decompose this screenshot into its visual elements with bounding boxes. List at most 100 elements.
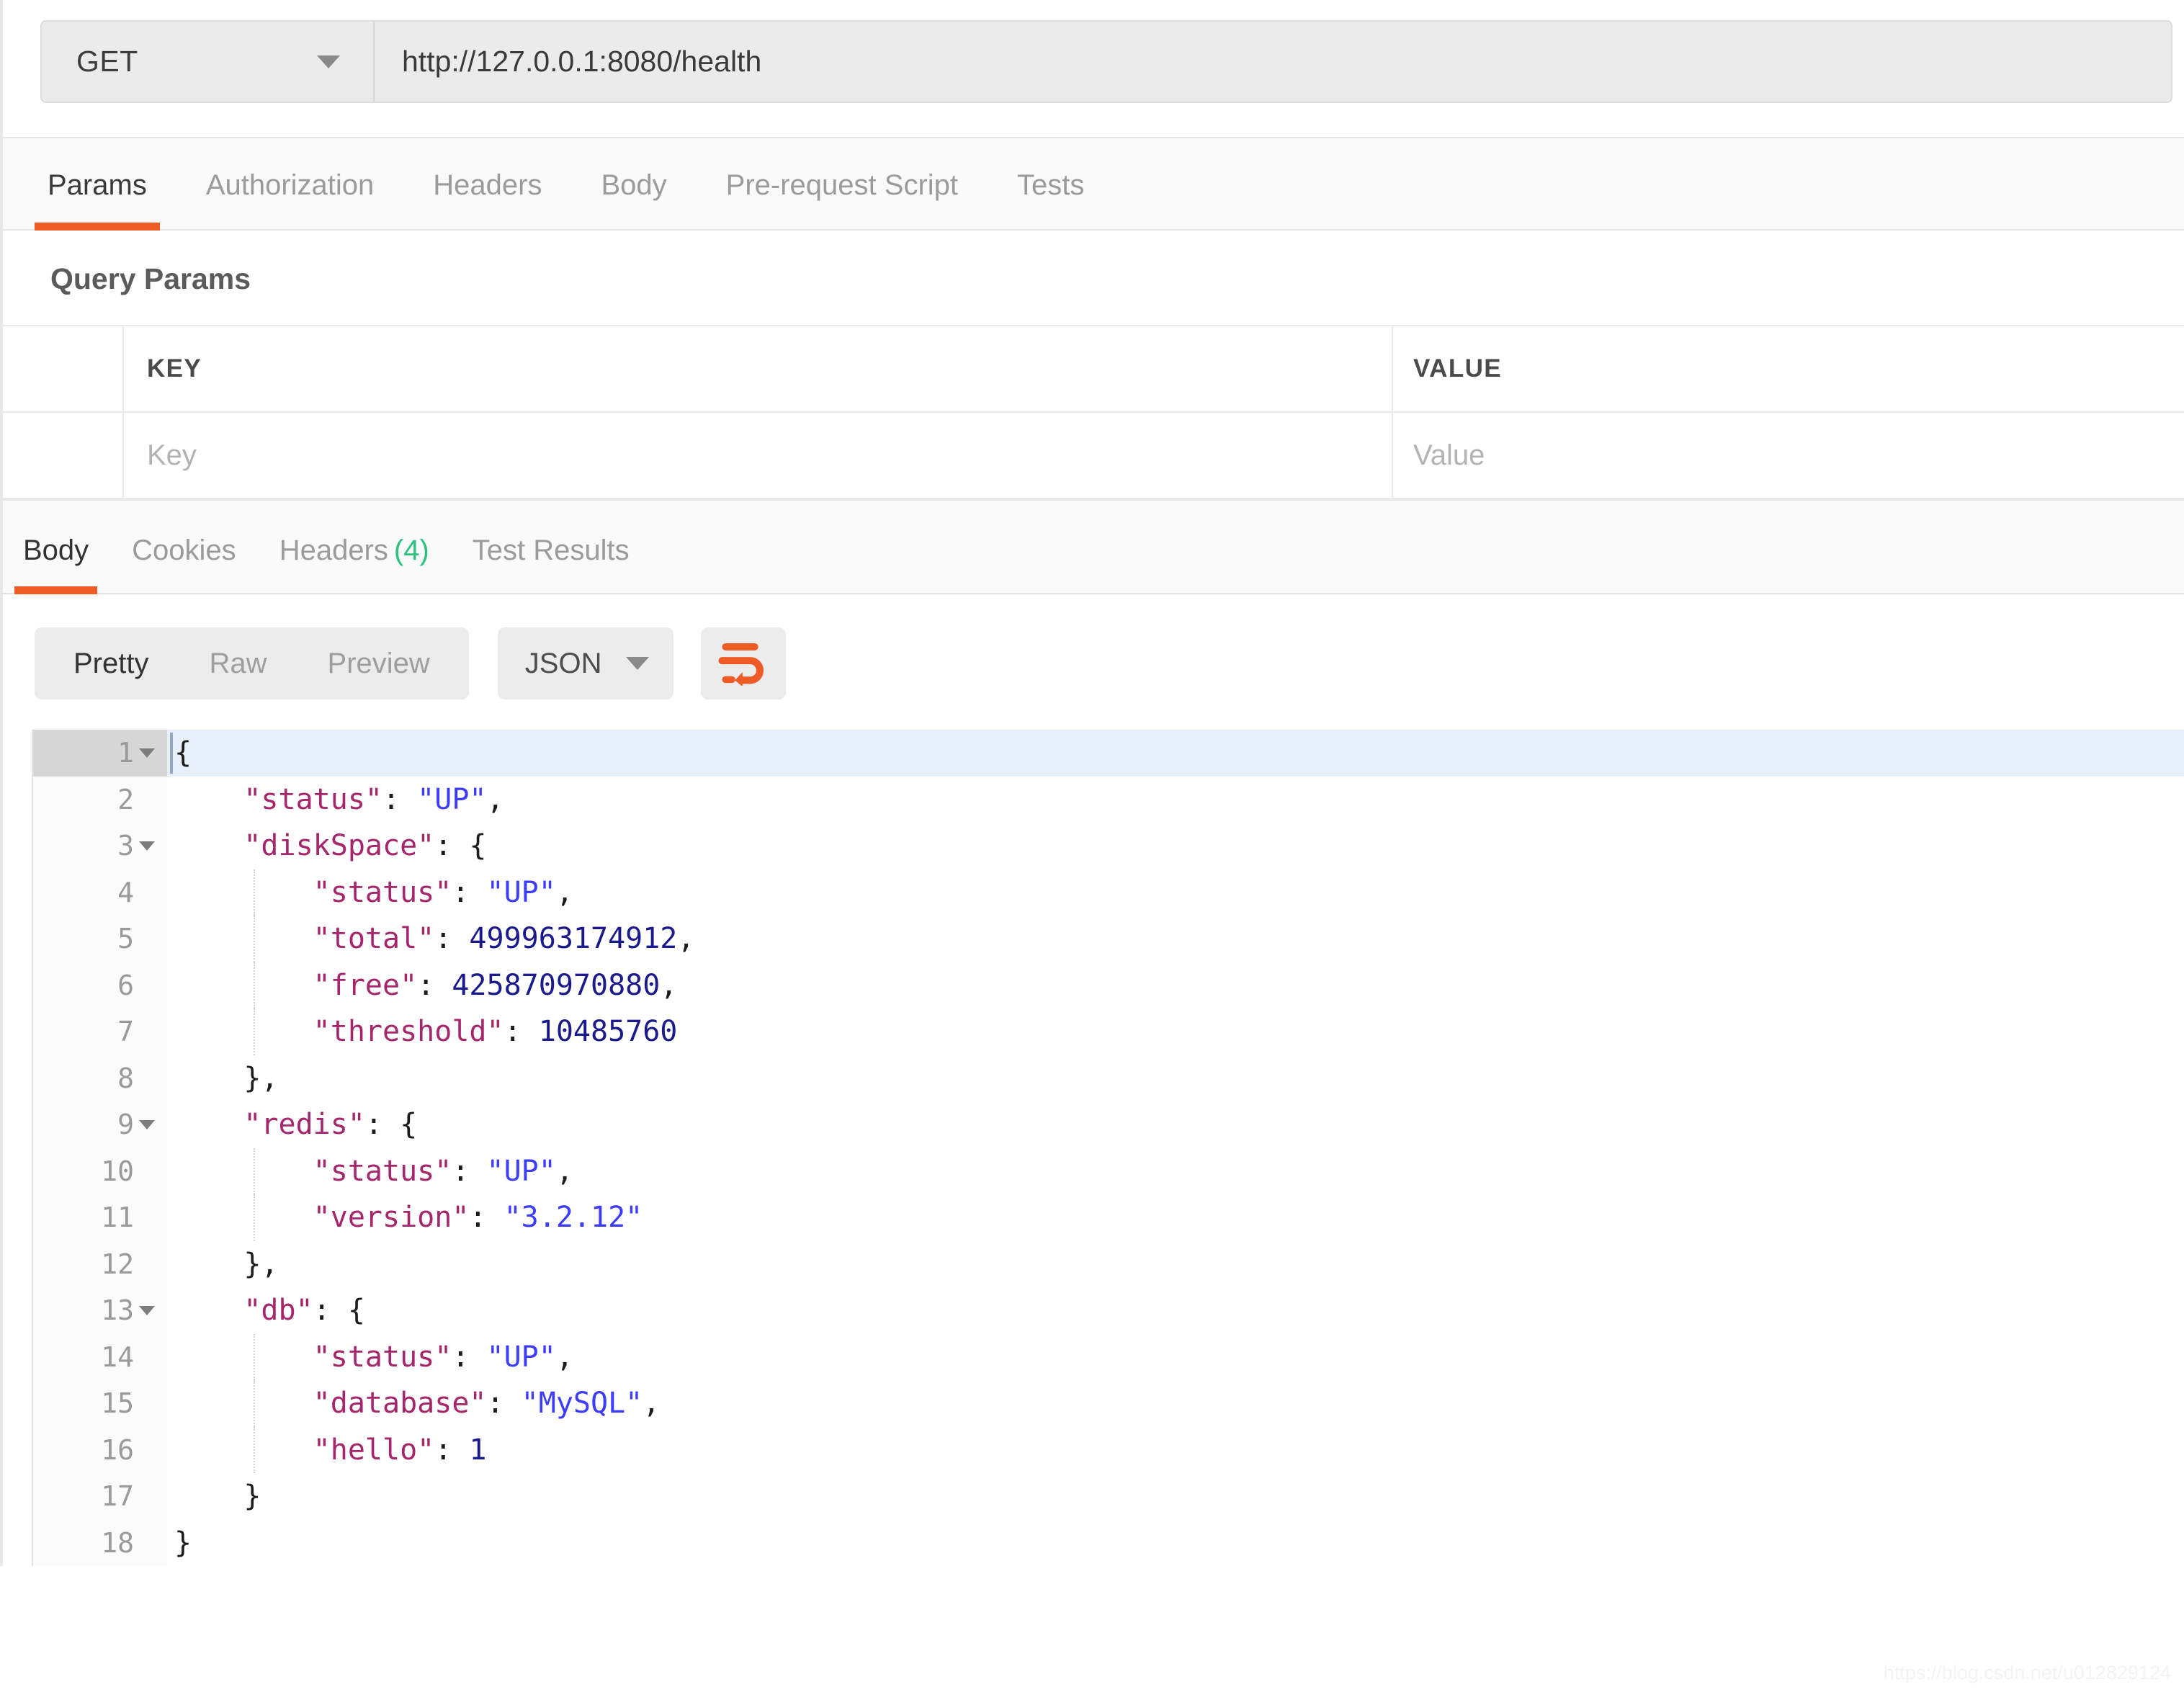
line-number-gutter[interactable]: 12 <box>33 1241 167 1288</box>
line-number-gutter[interactable]: 3 <box>33 823 167 869</box>
line-number-gutter[interactable]: 18 <box>33 1520 167 1567</box>
code-line[interactable]: 14 "status": "UP", <box>33 1334 2184 1381</box>
param-value-input[interactable]: Value <box>1413 439 1485 472</box>
code-line[interactable]: 8 }, <box>33 1055 2184 1102</box>
tab-pre-request-script[interactable]: Pre-request Script <box>726 169 958 229</box>
code-line[interactable]: 1{ <box>33 730 2184 777</box>
line-number-gutter[interactable]: 1 <box>33 730 167 777</box>
http-method-label: GET <box>76 45 138 79</box>
line-number: 1 <box>117 737 134 769</box>
code-line-content: "status": "UP", <box>167 869 2184 916</box>
code-token: "UP" <box>486 1155 555 1188</box>
line-number-gutter[interactable]: 5 <box>33 916 167 962</box>
code-line-content: "status": "UP", <box>167 1334 2184 1381</box>
line-number: 2 <box>117 784 134 815</box>
code-line[interactable]: 2 "status": "UP", <box>33 777 2184 823</box>
tab-response-cookies[interactable]: Cookies <box>132 534 236 593</box>
code-line[interactable]: 7 "threshold": 10485760 <box>33 1008 2184 1055</box>
code-token: : <box>452 1155 486 1188</box>
word-wrap-button[interactable] <box>701 627 786 699</box>
tab-params[interactable]: Params <box>48 169 147 229</box>
fold-triangle-icon[interactable] <box>134 841 160 851</box>
code-line[interactable]: 6 "free": 425870970880, <box>33 962 2184 1009</box>
tab-test-results[interactable]: Test Results <box>473 534 630 593</box>
http-method-select[interactable]: GET <box>42 22 375 102</box>
line-number: 16 <box>101 1434 134 1466</box>
code-line-content: }, <box>167 1241 2184 1288</box>
code-token: "status" <box>313 876 452 909</box>
code-line-content: } <box>167 1473 2184 1520</box>
column-header-key-label: KEY <box>147 354 202 383</box>
code-viewer[interactable]: 1{2 "status": "UP",3 "diskSpace": {4 "st… <box>32 730 2184 1566</box>
code-line-content: "status": "UP", <box>167 777 2184 823</box>
param-value-cell[interactable]: Value <box>1393 413 2184 498</box>
line-number-gutter[interactable]: 6 <box>33 962 167 1009</box>
line-number-gutter[interactable]: 16 <box>33 1427 167 1474</box>
view-mode-raw[interactable]: Raw <box>179 648 297 680</box>
line-number-gutter[interactable]: 14 <box>33 1334 167 1381</box>
line-number-gutter[interactable]: 8 <box>33 1055 167 1102</box>
code-line[interactable]: 5 "total": 499963174912, <box>33 916 2184 962</box>
line-number-gutter[interactable]: 11 <box>33 1194 167 1241</box>
tab-response-body[interactable]: Body <box>23 534 89 593</box>
tab-body[interactable]: Body <box>601 169 667 229</box>
code-line[interactable]: 18} <box>33 1520 2184 1567</box>
code-token: "db" <box>243 1294 313 1327</box>
code-line[interactable]: 16 "hello": 1 <box>33 1427 2184 1474</box>
line-number-gutter[interactable]: 15 <box>33 1380 167 1427</box>
code-line-content: { <box>167 730 2184 777</box>
code-line[interactable]: 17 } <box>33 1473 2184 1520</box>
view-mode-preview[interactable]: Preview <box>297 648 460 680</box>
line-number: 6 <box>117 970 134 1001</box>
line-number-gutter[interactable]: 7 <box>33 1008 167 1055</box>
param-key-cell[interactable]: Key <box>124 413 1393 498</box>
tab-tests[interactable]: Tests <box>1017 169 1084 229</box>
code-line-content: "hello": 1 <box>167 1427 2184 1474</box>
code-line[interactable]: 15 "database": "MySQL", <box>33 1380 2184 1427</box>
tab-headers[interactable]: Headers <box>433 169 542 229</box>
fold-triangle-icon[interactable] <box>134 748 160 758</box>
view-mode-pretty[interactable]: Pretty <box>43 648 179 680</box>
response-format-select[interactable]: JSON <box>498 627 674 699</box>
line-number-gutter[interactable]: 9 <box>33 1101 167 1148</box>
code-line[interactable]: 4 "status": "UP", <box>33 869 2184 916</box>
code-line[interactable]: 3 "diskSpace": { <box>33 823 2184 869</box>
tab-authorization[interactable]: Authorization <box>206 169 374 229</box>
fold-triangle-icon[interactable] <box>134 1120 160 1129</box>
code-token: "status" <box>243 783 382 816</box>
response-body-editor[interactable]: 1{2 "status": "UP",3 "diskSpace": {4 "st… <box>0 730 2184 1566</box>
response-format-label: JSON <box>525 648 602 680</box>
code-token: : <box>382 783 417 816</box>
line-number-gutter[interactable]: 13 <box>33 1287 167 1334</box>
code-token: }, <box>174 1248 279 1281</box>
row-checkbox-cell[interactable] <box>3 413 124 498</box>
code-token <box>174 1387 313 1420</box>
fold-triangle-icon[interactable] <box>134 1306 160 1315</box>
code-token: { <box>174 736 192 769</box>
code-line[interactable]: 11 "version": "3.2.12" <box>33 1194 2184 1241</box>
code-line[interactable]: 12 }, <box>33 1241 2184 1288</box>
query-params-title: Query Params <box>3 231 2184 325</box>
code-token <box>174 1433 313 1467</box>
code-token: : <box>434 1433 469 1467</box>
code-line[interactable]: 13 "db": { <box>33 1287 2184 1334</box>
code-line-content: "total": 499963174912, <box>167 916 2184 962</box>
code-token: , <box>660 969 677 1002</box>
tab-response-cookies-label: Cookies <box>132 534 236 566</box>
code-token: "diskSpace" <box>243 829 434 862</box>
code-line[interactable]: 9 "redis": { <box>33 1101 2184 1148</box>
line-number-gutter[interactable]: 10 <box>33 1148 167 1195</box>
code-token <box>174 922 313 955</box>
code-line[interactable]: 10 "status": "UP", <box>33 1148 2184 1195</box>
table-row: Key Value <box>3 413 2184 498</box>
tab-response-headers[interactable]: Headers(4) <box>279 534 429 593</box>
code-token: , <box>677 922 694 955</box>
select-all-checkbox-cell[interactable] <box>3 326 124 411</box>
line-number-gutter[interactable]: 2 <box>33 777 167 823</box>
param-key-input[interactable]: Key <box>147 439 197 472</box>
line-number-gutter[interactable]: 17 <box>33 1473 167 1520</box>
code-token: "database" <box>313 1387 487 1420</box>
line-number-gutter[interactable]: 4 <box>33 869 167 916</box>
response-tab-bar: Body Cookies Headers(4) Test Results <box>0 499 2184 594</box>
request-url-input[interactable]: http://127.0.0.1:8080/health <box>375 22 2171 102</box>
